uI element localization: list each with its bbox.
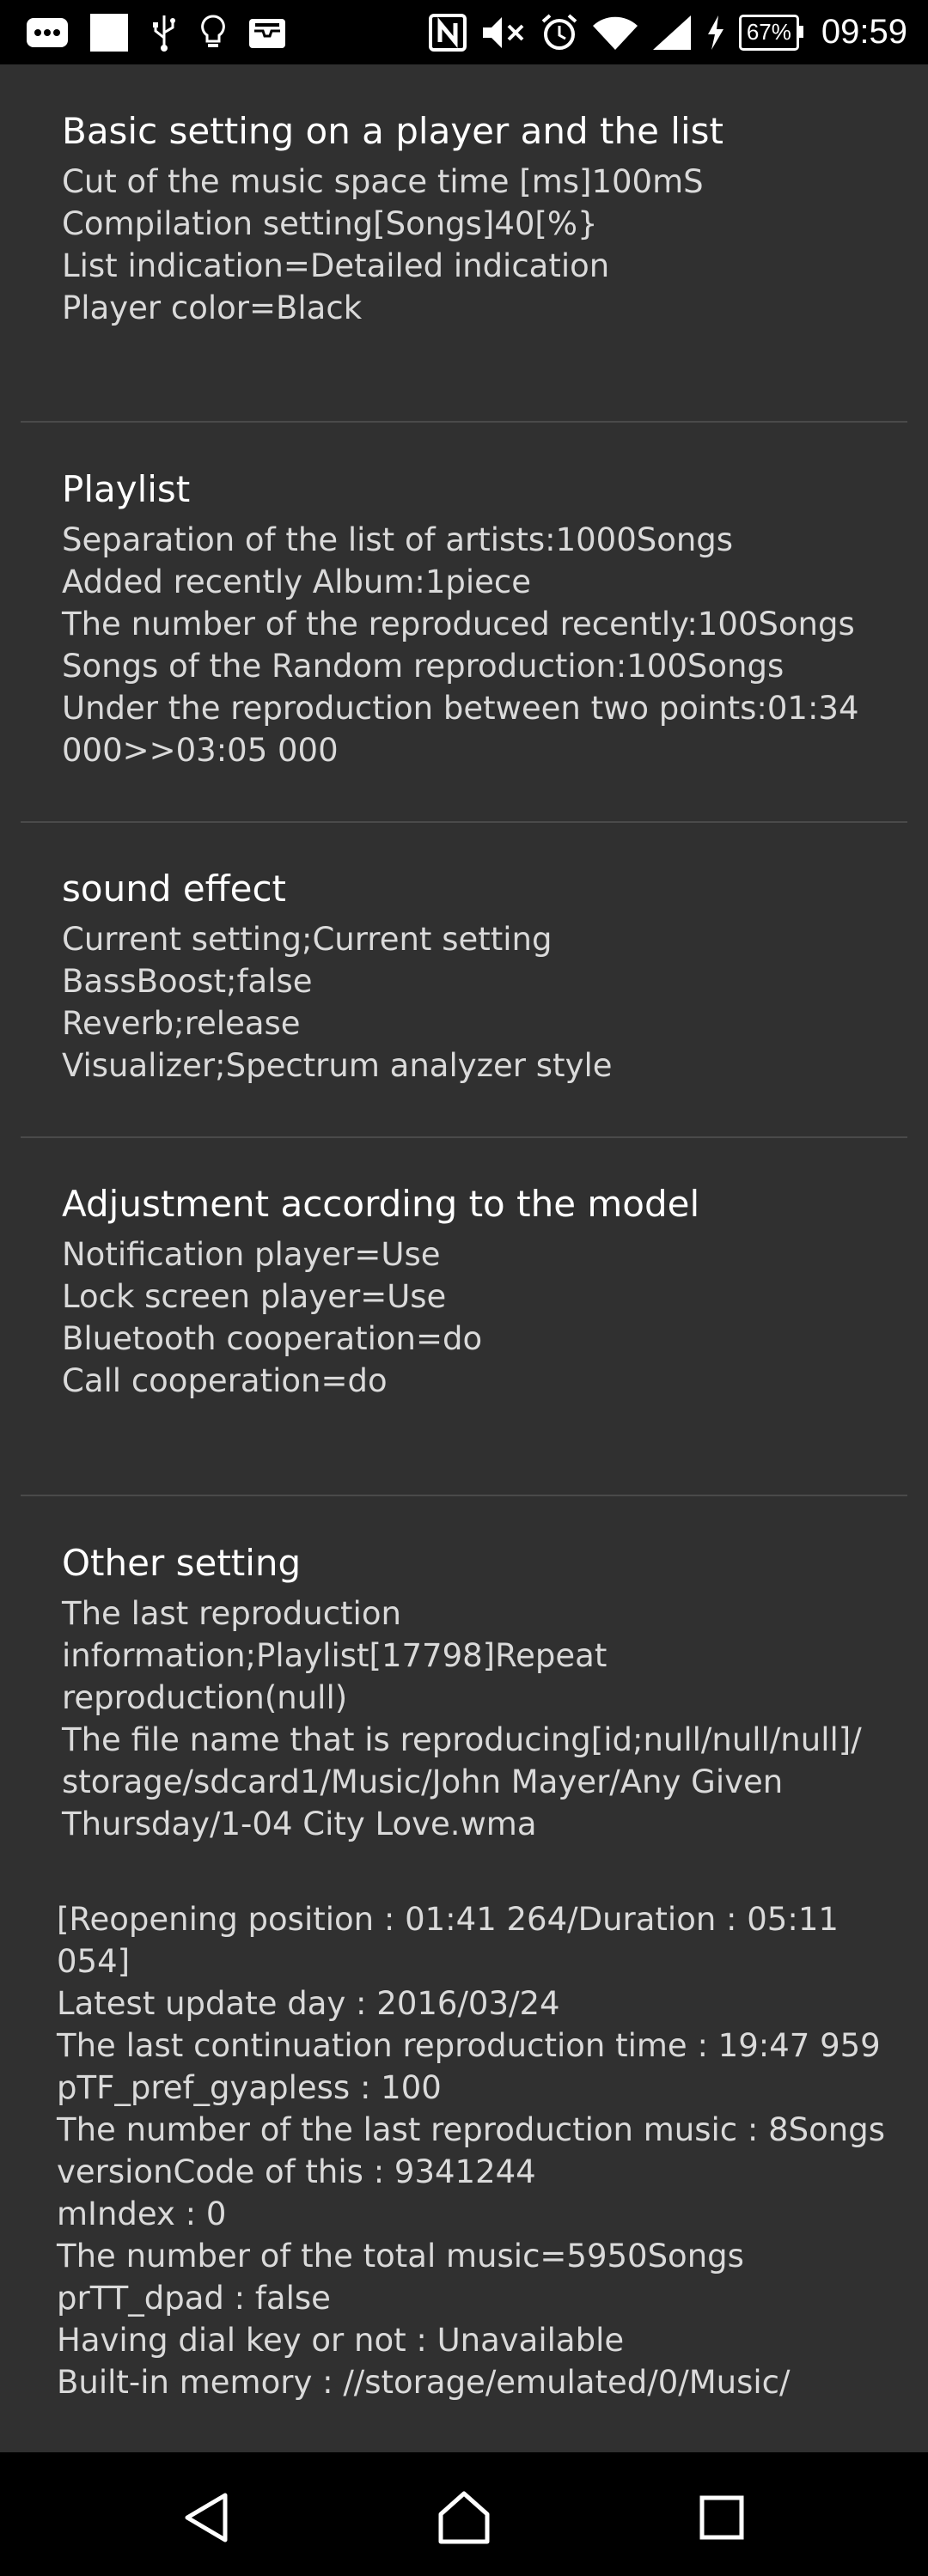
white-square-icon [89,13,129,52]
setting-line: Call cooperation=do [62,1362,388,1399]
section-title: Adjustment according to the model [62,1183,700,1225]
setting-line: The file name that is reproducing[id;nul… [62,1721,862,1842]
setting-line: Reverb;release [62,1005,301,1042]
navigation-bar [0,2452,928,2576]
info-line: mIndex : 0 [57,2195,227,2232]
lightbulb-icon [199,14,227,52]
more-horiz-icon [26,17,69,48]
section-title: Playlist [62,468,191,510]
battery-indicator: 67% [738,14,803,51]
setting-line: Lock screen player=Use [62,1278,447,1315]
section-basic-setting[interactable]: Basic setting on a player and the list C… [62,107,894,329]
divider [21,1495,907,1496]
section-title: sound effect [62,868,287,910]
status-bar: 67% 09:59 [0,0,928,64]
inbox-icon [247,15,287,50]
wifi-icon [591,14,639,52]
section-playlist[interactable]: Playlist Separation of the list of artis… [62,466,894,771]
nfc-icon [428,13,467,52]
setting-line: The last reproduction information;Playli… [62,1595,607,1716]
setting-line: Cut of the music space time [ms]100mS [62,163,704,200]
section-model-adjustment[interactable]: Adjustment according to the model Notifi… [62,1180,894,1402]
section-title: Other setting [62,1542,302,1584]
home-icon[interactable] [430,2483,498,2552]
signal-icon [651,14,693,52]
setting-line: Notification player=Use [62,1236,441,1273]
section-title: Basic setting on a player and the list [62,110,723,152]
back-icon[interactable] [172,2483,241,2552]
info-line: [Reopening position : 01:41 264/Duration… [57,1901,839,1980]
divider [21,421,907,423]
volume-mute-icon [479,14,528,52]
divider [21,821,907,823]
setting-line: Bluetooth cooperation=do [62,1320,483,1357]
setting-line: Added recently Album:1piece [62,563,532,600]
info-line: The number of the last reproduction musi… [57,2111,886,2148]
info-line: prTT_dpad : false [57,2280,331,2317]
setting-line: Visualizer;Spectrum analyzer style [62,1047,613,1084]
settings-list: Basic setting on a player and the list C… [0,64,928,2452]
clock: 09:59 [821,13,907,51]
info-line: Having dial key or not : Unavailable [57,2322,625,2359]
setting-line: Compilation setting[Songs]40[%} [62,205,598,242]
setting-line: The number of the reproduced recently:10… [62,606,855,642]
setting-line: Under the reproduction between two point… [62,690,859,769]
info-line: The number of the total music=5950Songs [57,2238,744,2275]
setting-line: Player color=Black [62,289,363,326]
setting-line: Songs of the Random reproduction:100Song… [62,648,785,685]
info-line: versionCode of this : 9341244 [57,2153,536,2190]
divider [21,1136,907,1138]
charging-icon [705,14,727,52]
recents-icon[interactable] [687,2483,756,2552]
setting-line: Separation of the list of artists:1000So… [62,521,734,558]
info-block: [Reopening position : 01:41 264/Duration… [57,1898,894,2403]
setting-line: Current setting;Current setting [62,921,553,958]
section-other-setting[interactable]: Other setting The last reproduction info… [62,1539,894,1845]
section-sound-effect[interactable]: sound effect Current setting;Current set… [62,865,894,1087]
alarm-icon [540,13,579,52]
setting-line: BassBoost;false [62,963,313,1000]
usb-icon [150,14,179,52]
info-line: The last continuation reproduction time … [57,2027,881,2064]
info-line: Latest update day : 2016/03/24 [57,1985,560,2022]
info-line: pTF_pref_gyapless : 100 [57,2069,442,2106]
info-line: Built-in memory : //storage/emulated/0/M… [57,2364,791,2401]
setting-line: List indication=Detailed indication [62,247,610,284]
